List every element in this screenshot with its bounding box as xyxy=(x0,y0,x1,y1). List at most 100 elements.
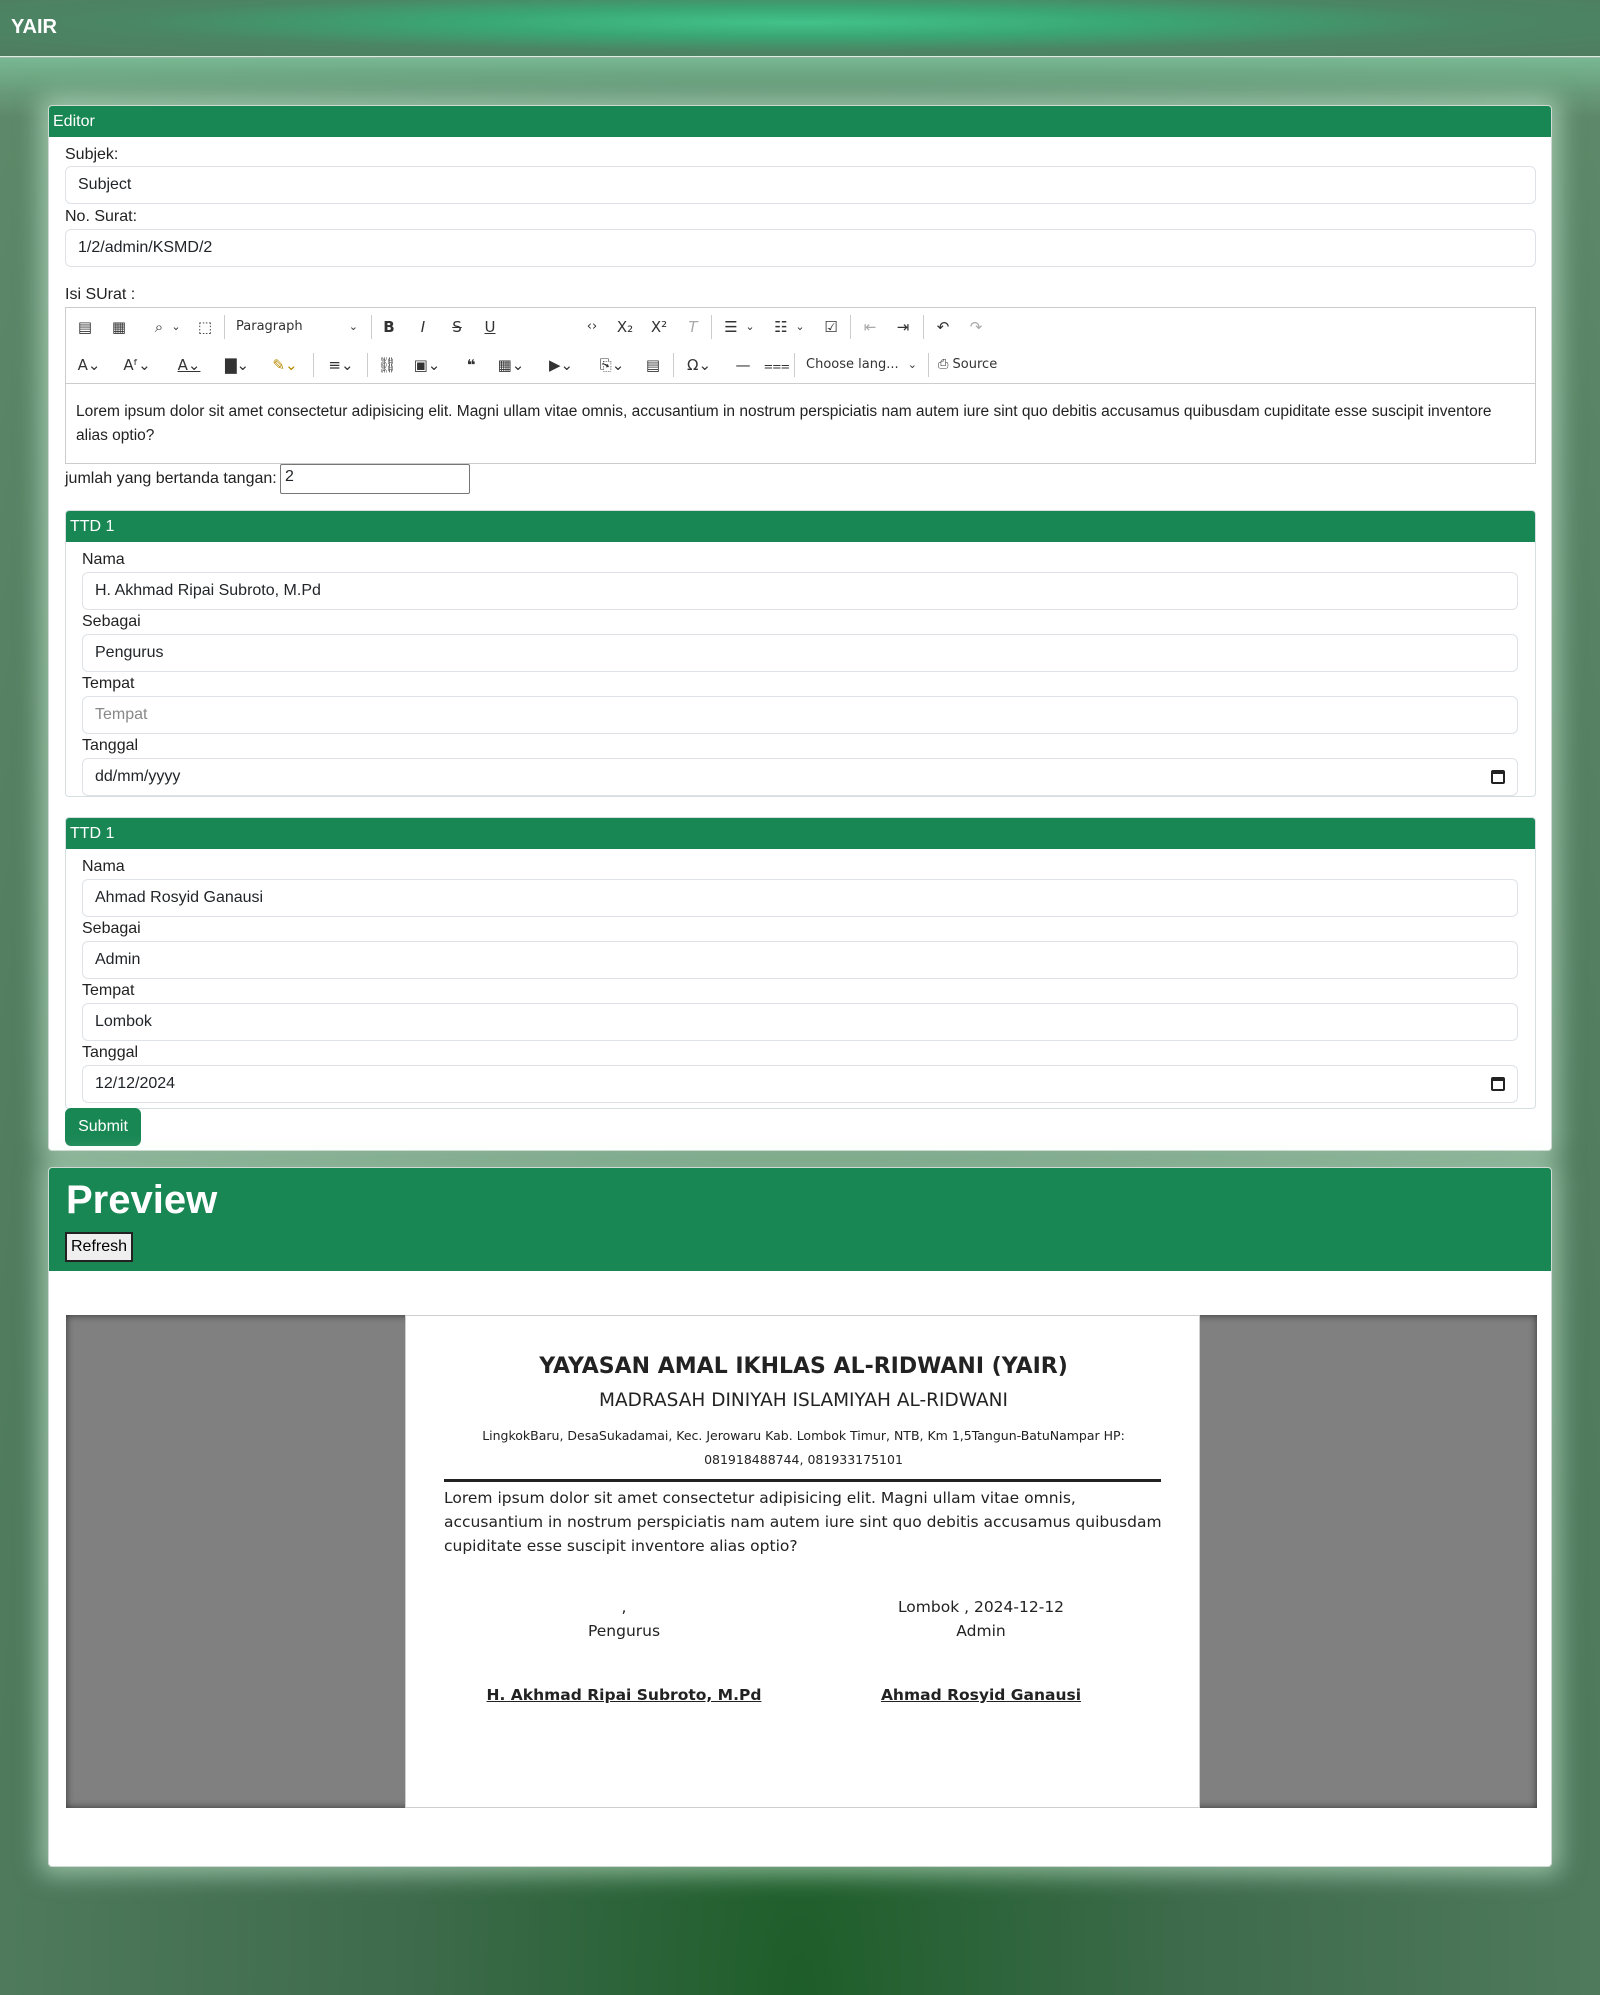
font-size-icon[interactable]: A⌄ xyxy=(74,354,104,376)
ttd1-tempat-input[interactable]: Tempat xyxy=(82,696,1518,734)
chevron-down-icon[interactable]: ⌄ xyxy=(744,316,756,338)
toolbar-row-1: ▤ ▦ ⌕ ⌄ ⬚ Paragraph ⌄ B I S U ‹› X₂ X² T… xyxy=(66,308,1535,346)
ttd2-tanggal-input[interactable]: 12/12/2024 xyxy=(82,1065,1518,1103)
select-all-icon[interactable]: ⬚ xyxy=(194,316,216,338)
preview-title: Preview xyxy=(66,1178,218,1222)
content-label: Isi SUrat : xyxy=(65,286,136,303)
letter-body: Lorem ipsum dolor sit amet consectetur a… xyxy=(444,1489,1162,1555)
page-break-icon[interactable]: ▤ xyxy=(642,354,664,376)
redo-icon[interactable]: ↷ xyxy=(965,316,987,338)
sig2-place-date: Lombok , 2024-12-12 xyxy=(897,1598,1065,1616)
editor-toolbar: ▤ ▦ ⌕ ⌄ ⬚ Paragraph ⌄ B I S U ‹› X₂ X² T… xyxy=(65,307,1536,384)
sig1-role: Pengurus xyxy=(587,1622,661,1640)
chevron-down-icon: ⌄ xyxy=(907,358,917,371)
special-chars-icon[interactable]: Ω⌄ xyxy=(682,354,716,376)
pdf-viewer[interactable]: YAYASAN AMAL IKHLAS AL-RIDWANI (YAIR) MA… xyxy=(66,1315,1537,1808)
find-replace-icon[interactable]: ⌕ xyxy=(148,316,170,338)
ttd2-nama-label: Nama xyxy=(82,858,125,875)
toolbar-separator xyxy=(794,353,795,377)
font-family-icon[interactable]: Aᶠ⌄ xyxy=(122,354,152,376)
paragraph-select-label: Paragraph xyxy=(236,319,303,334)
export-word-icon[interactable]: ▦ xyxy=(108,316,130,338)
toolbar-separator xyxy=(313,353,314,377)
ttd2-tempat-input[interactable]: Lombok xyxy=(82,1003,1518,1041)
bulleted-list-icon[interactable]: ☰ xyxy=(720,316,742,338)
toolbar-separator xyxy=(367,353,368,377)
numbered-list-icon[interactable]: ☷ xyxy=(770,316,792,338)
source-button[interactable]: ⎙ Source xyxy=(938,354,1018,376)
superscript-icon[interactable]: X² xyxy=(648,316,670,338)
calendar-icon[interactable] xyxy=(1491,1077,1505,1091)
html-embed-icon[interactable]: ⎘⌄ xyxy=(592,354,632,376)
outdent-icon[interactable]: ⇤ xyxy=(859,316,881,338)
letter-address-line1: LingkokBaru, DesaSukadamai, Kec. Jerowar… xyxy=(482,1428,1125,1443)
source-label: Source xyxy=(952,357,998,372)
chevron-down-icon: ⌄ xyxy=(348,320,358,333)
font-color-icon[interactable]: A⌄ xyxy=(174,354,204,376)
ttd2-tanggal-value: 12/12/2024 xyxy=(95,1075,176,1092)
subject-label: Subjek: xyxy=(65,146,119,163)
horizontal-line-icon[interactable]: — xyxy=(732,354,754,376)
content-editor[interactable]: Lorem ipsum dolor sit amet consectetur a… xyxy=(65,384,1536,464)
page-break-line-icon[interactable]: ⩶ xyxy=(764,354,790,376)
source-icon: ⎙ xyxy=(938,357,949,372)
background-color-icon[interactable]: ▇⌄ xyxy=(220,354,254,376)
media-icon[interactable]: ▶⌄ xyxy=(544,354,578,376)
signers-count-input[interactable]: 2 xyxy=(280,464,470,494)
export-pdf-icon[interactable]: ▤ xyxy=(74,316,96,338)
ttd1-tanggal-value: dd/mm/yyyy xyxy=(95,768,181,785)
ttd1-tanggal-label: Tanggal xyxy=(82,737,139,754)
underline-icon[interactable]: U xyxy=(479,316,501,338)
alignment-icon[interactable]: ≡⌄ xyxy=(324,354,358,376)
code-language-select[interactable]: Choose lang... ⌄ xyxy=(806,354,921,376)
sig2-role: Admin xyxy=(956,1622,1006,1640)
letter-divider xyxy=(444,1479,1161,1482)
subscript-icon[interactable]: X₂ xyxy=(614,316,636,338)
ttd2-nama-input[interactable]: Ahmad Rosyid Ganausi xyxy=(82,879,1518,917)
remove-format-icon[interactable]: T xyxy=(682,316,704,338)
chevron-down-icon[interactable]: ⌄ xyxy=(794,316,806,338)
toolbar-separator xyxy=(673,353,674,377)
toolbar-row-2: A⌄ Aᶠ⌄ A⌄ ▇⌄ ✎⌄ ≡⌄ ⛓ ▣⌄ ❝ ▦⌄ ▶⌄ ⎘⌄ ▤ Ω⌄ … xyxy=(66,346,1535,384)
undo-icon[interactable]: ↶ xyxy=(932,316,954,338)
indent-icon[interactable]: ⇥ xyxy=(892,316,914,338)
editor-card-header: Editor xyxy=(49,106,1551,137)
blockquote-icon[interactable]: ❝ xyxy=(460,354,482,376)
ttd1-tempat-label: Tempat xyxy=(82,675,135,692)
preview-card: Preview Refresh YAYASAN AMAL IKHLAS AL-R… xyxy=(48,1167,1552,1867)
number-input[interactable]: 1/2/admin/KSMD/2 xyxy=(65,229,1536,267)
bold-icon[interactable]: B xyxy=(378,316,400,338)
ttd1-nama-label: Nama xyxy=(82,551,125,568)
ttd2-sebagai-label: Sebagai xyxy=(82,920,141,937)
letter-school-title: MADRASAH DINIYAH ISLAMIYAH AL-RIDWANI xyxy=(599,1390,1008,1411)
ttd1-sebagai-input[interactable]: Pengurus xyxy=(82,634,1518,672)
toolbar-separator xyxy=(923,315,924,339)
sig1-name: H. Akhmad Ripai Subroto, M.Pd xyxy=(486,1686,762,1704)
ttd1-tanggal-input[interactable]: dd/mm/yyyy xyxy=(82,758,1518,796)
sig1-place-date: , xyxy=(621,1598,627,1616)
italic-icon[interactable]: I xyxy=(412,316,434,338)
image-icon[interactable]: ▣⌄ xyxy=(410,354,444,376)
todo-list-icon[interactable]: ☑ xyxy=(820,316,842,338)
subject-input[interactable]: Subject xyxy=(65,166,1536,204)
highlight-icon[interactable]: ✎⌄ xyxy=(268,354,302,376)
chevron-down-icon[interactable]: ⌄ xyxy=(170,316,182,338)
strikethrough-icon[interactable]: S xyxy=(446,316,468,338)
ttd1-nama-input[interactable]: H. Akhmad Ripai Subroto, M.Pd xyxy=(82,572,1518,610)
letter-org-title: YAYASAN AMAL IKHLAS AL-RIDWANI (YAIR) xyxy=(539,1354,1068,1379)
ttd2-tanggal-label: Tanggal xyxy=(82,1044,139,1061)
link-icon[interactable]: ⛓ xyxy=(376,354,398,376)
ttd2-sebagai-input[interactable]: Admin xyxy=(82,941,1518,979)
brand-logo[interactable]: YAIR xyxy=(11,16,57,39)
toolbar-separator xyxy=(850,315,851,339)
table-icon[interactable]: ▦⌄ xyxy=(494,354,528,376)
sig2-name: Ahmad Rosyid Ganausi xyxy=(880,1686,1082,1704)
calendar-icon[interactable] xyxy=(1491,770,1505,784)
paragraph-select[interactable]: Paragraph ⌄ xyxy=(236,316,366,338)
refresh-button[interactable]: Refresh xyxy=(65,1232,133,1262)
code-icon[interactable]: ‹› xyxy=(581,316,603,338)
ttd-card-1-header: TTD 1 xyxy=(66,511,1535,542)
submit-button[interactable]: Submit xyxy=(65,1108,141,1146)
ttd1-sebagai-label: Sebagai xyxy=(82,613,141,630)
preview-header: Preview Refresh xyxy=(49,1168,1551,1271)
